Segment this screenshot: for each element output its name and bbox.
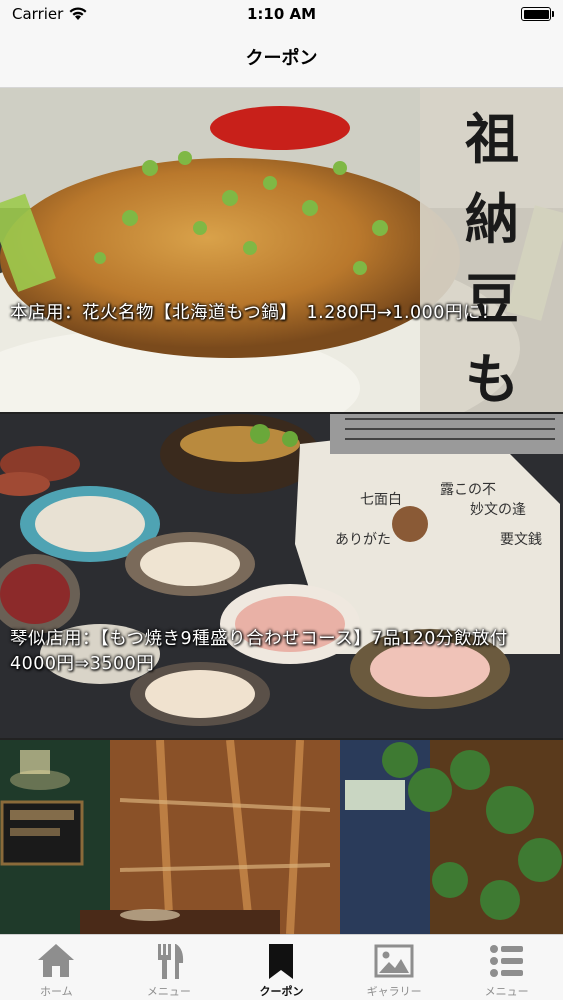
- tab-bar: ホーム メニュー クーポン ギャラリー メニュー: [0, 934, 563, 1000]
- tab-home[interactable]: ホーム: [0, 935, 113, 1000]
- page-title: クーポン: [245, 48, 318, 69]
- restaurant-interior-photo: [0, 740, 563, 934]
- coupon-card-2[interactable]: 露この不 妙文の逢 要文銭 七面白 ありがた 琴似店用：【もつ焼き9種盛り合わせ…: [0, 414, 563, 738]
- coupon-text: 琴似店用：【もつ焼き9種盛り合わせコース】7品120分飲放付4000円⇒3500…: [10, 629, 508, 674]
- svg-text:露この不: 露この不: [440, 482, 496, 498]
- battery-icon: [521, 7, 554, 21]
- bookmark-icon: [269, 944, 294, 979]
- tab-gallery-label: ギャラリー: [366, 985, 422, 998]
- picture-icon: [374, 944, 414, 978]
- tab-menu-food[interactable]: メニュー: [113, 935, 226, 1000]
- tab-coupon[interactable]: クーポン: [225, 935, 338, 1000]
- sign-char-2: 納: [465, 187, 519, 251]
- svg-text:七面白: 七面白: [360, 492, 402, 508]
- motsu-nabe-photo: 祖 納 豆 も: [0, 88, 563, 412]
- tab-home-label: ホーム: [39, 985, 73, 998]
- top-bar: Carrier 1:10 AM クーポン: [0, 0, 563, 88]
- sign-char-4: も: [465, 347, 519, 411]
- svg-text:妙文の逢: 妙文の逢: [470, 502, 526, 518]
- coupon-card-3[interactable]: [0, 740, 563, 934]
- svg-text:ありがた: ありがた: [335, 532, 391, 548]
- motsu-yaki-platter-photo: 露この不妙文の逢要文銭 七面白ありがた: [0, 414, 563, 738]
- list-icon: [489, 945, 523, 977]
- clock: 1:10 AM: [246, 5, 317, 23]
- fork-knife-icon: [157, 944, 184, 979]
- sign-char-1: 祖: [465, 107, 519, 171]
- coupon-card-1[interactable]: 祖 納 豆 も 本店用：花火名物【北海道もつ鍋】 1.280円→1.000円に！: [0, 88, 563, 412]
- tab-coupon-label: クーポン: [259, 985, 304, 998]
- coupon-list[interactable]: 祖 納 豆 も 本店用：花火名物【北海道もつ鍋】 1.280円→1.000円に！: [0, 88, 563, 934]
- coupon-text: 本店用：花火名物【北海道もつ鍋】 1.280円→1.000円に！: [10, 303, 499, 323]
- app-screen: Carrier 1:10 AM クーポン 祖 納 豆 も 本店用：花火名物【北海…: [0, 0, 563, 1000]
- home-icon: [38, 944, 75, 977]
- tab-menu-list[interactable]: メニュー: [450, 935, 563, 1000]
- tab-menu-food-label: メニュー: [146, 985, 191, 998]
- tab-gallery[interactable]: ギャラリー: [338, 935, 451, 1000]
- svg-text:要文銭: 要文銭: [500, 532, 542, 548]
- tab-menu-list-label: メニュー: [484, 985, 529, 998]
- status-bar: Carrier 1:10 AM: [0, 0, 563, 30]
